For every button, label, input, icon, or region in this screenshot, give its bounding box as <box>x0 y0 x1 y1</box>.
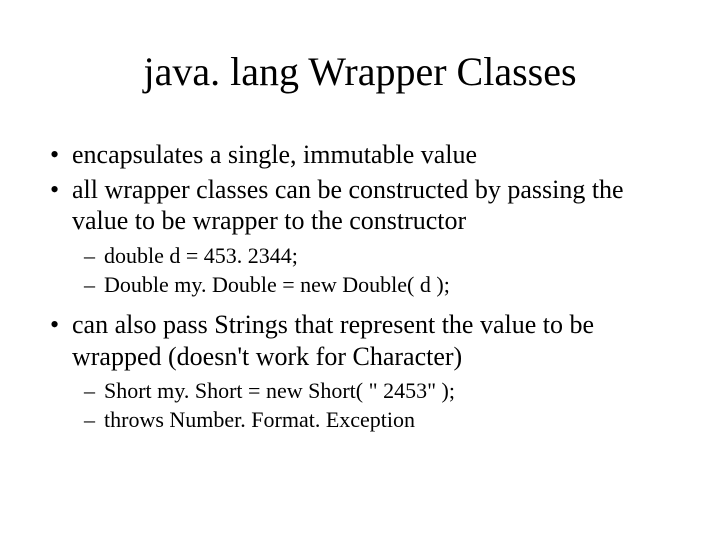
bullet-item: all wrapper classes can be constructed b… <box>42 174 678 299</box>
bullet-text: all wrapper classes can be constructed b… <box>72 175 624 236</box>
bullet-text: can also pass Strings that represent the… <box>72 310 594 371</box>
sub-bullet-item: Short my. Short = new Short( " 2453" ); <box>72 378 678 405</box>
slide-title: java. lang Wrapper Classes <box>42 48 678 95</box>
bullet-list: encapsulates a single, immutable value a… <box>42 139 678 434</box>
sub-bullet-item: throws Number. Format. Exception <box>72 407 678 434</box>
sub-bullet-list: Short my. Short = new Short( " 2453" ); … <box>72 378 678 434</box>
sub-bullet-item: double d = 453. 2344; <box>72 243 678 270</box>
bullet-text: encapsulates a single, immutable value <box>72 140 477 169</box>
sub-bullet-item: Double my. Double = new Double( d ); <box>72 272 678 299</box>
bullet-item: encapsulates a single, immutable value <box>42 139 678 171</box>
sub-bullet-list: double d = 453. 2344; Double my. Double … <box>72 243 678 299</box>
bullet-item: can also pass Strings that represent the… <box>42 309 678 434</box>
